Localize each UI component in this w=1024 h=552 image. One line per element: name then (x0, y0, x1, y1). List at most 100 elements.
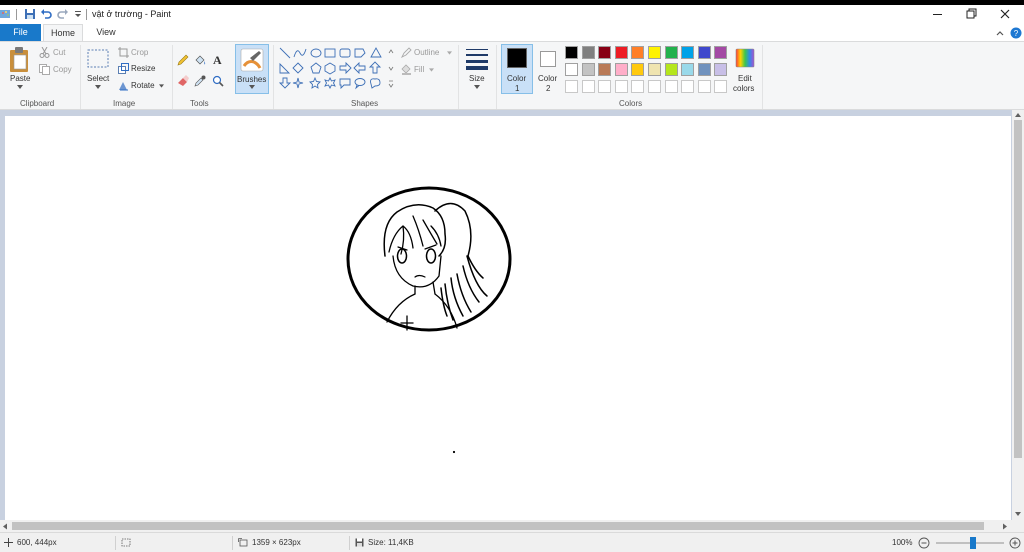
magnifier-icon[interactable] (212, 75, 224, 87)
select-button[interactable]: Select (87, 74, 109, 83)
palette-swatch[interactable] (614, 46, 628, 59)
group-separator (80, 45, 81, 109)
resize-icon[interactable] (118, 63, 129, 74)
scroll-left-icon[interactable] (2, 523, 8, 530)
rotate-button[interactable]: Rotate (131, 81, 155, 90)
tab-file[interactable]: File (0, 24, 41, 41)
palette-swatch[interactable] (664, 63, 678, 76)
outline-icon[interactable] (401, 47, 412, 58)
edit-colors-icon[interactable] (735, 48, 755, 68)
palette-swatch[interactable] (648, 63, 661, 76)
edit-colors-label-line1[interactable]: Edit (738, 74, 752, 83)
file-size: Size: 11,4KB (368, 538, 414, 547)
custom-color-slot[interactable] (565, 80, 578, 93)
palette-swatch[interactable] (565, 63, 578, 76)
select-icon[interactable] (87, 49, 109, 69)
crop-icon[interactable] (118, 47, 129, 58)
fill-bucket-icon[interactable] (194, 54, 206, 66)
shapes-gallery[interactable] (279, 47, 389, 93)
outline-dropdown-icon[interactable] (447, 51, 452, 55)
help-icon[interactable]: ? (1010, 27, 1022, 39)
palette-swatch[interactable] (648, 46, 661, 59)
undo-icon[interactable] (40, 8, 52, 20)
vertical-scrollbar[interactable] (1012, 110, 1024, 520)
color-picker-icon[interactable] (194, 75, 206, 87)
scroll-down-icon[interactable] (1014, 511, 1022, 517)
custom-color-slot[interactable] (697, 80, 711, 93)
text-tool-icon[interactable]: A (213, 53, 222, 68)
rotate-dropdown-icon[interactable] (159, 84, 164, 88)
palette-swatch[interactable] (697, 46, 711, 59)
zoom-slider-thumb[interactable] (970, 537, 977, 549)
redo-icon[interactable] (57, 8, 69, 20)
cut-icon[interactable] (39, 47, 50, 58)
horizontal-scrollbar[interactable] (0, 520, 1012, 532)
color2-swatch[interactable] (540, 51, 556, 67)
palette-swatch[interactable] (598, 63, 612, 76)
palette-swatch[interactable] (697, 63, 711, 76)
color2-label[interactable]: Color (538, 74, 557, 83)
fill-icon[interactable] (401, 64, 412, 75)
palette-swatch[interactable] (614, 63, 628, 76)
palette-swatch[interactable] (565, 46, 578, 59)
palette-swatch[interactable] (681, 46, 695, 59)
image-group-label: Image (113, 99, 136, 108)
copy-icon[interactable] (39, 64, 50, 75)
eraser-icon[interactable] (177, 75, 189, 87)
edit-colors-label-line2[interactable]: colors (733, 84, 754, 93)
save-icon[interactable] (24, 8, 36, 20)
paste-dropdown-icon[interactable] (17, 85, 23, 89)
brush-icon[interactable] (240, 48, 264, 72)
pencil-icon[interactable] (177, 54, 189, 66)
size-dropdown-icon[interactable] (474, 85, 480, 89)
fill-dropdown-icon[interactable] (429, 68, 434, 72)
tab-view[interactable]: View (86, 24, 126, 41)
cut-button[interactable]: Cut (53, 48, 65, 57)
custom-color-slot[interactable] (681, 80, 695, 93)
title-bar: vật ở trường - Paint (0, 5, 1024, 24)
palette-swatch[interactable] (681, 63, 695, 76)
paste-icon[interactable] (8, 46, 32, 74)
paste-button[interactable]: Paste (10, 74, 30, 83)
tab-home[interactable]: Home (43, 24, 83, 41)
restore-icon[interactable] (954, 5, 988, 24)
custom-color-slot[interactable] (598, 80, 612, 93)
custom-color-slot[interactable] (714, 80, 728, 93)
palette-swatch[interactable] (714, 63, 728, 76)
drawing-canvas[interactable] (5, 116, 1011, 528)
collapse-ribbon-icon[interactable] (994, 27, 1006, 39)
size-icon[interactable] (465, 47, 489, 71)
palette-swatch[interactable] (664, 46, 678, 59)
custom-color-slot[interactable] (614, 80, 628, 93)
scroll-up-icon[interactable] (1014, 112, 1022, 118)
custom-color-slot[interactable] (648, 80, 661, 93)
palette-swatch[interactable] (581, 46, 595, 59)
palette-swatch[interactable] (714, 46, 728, 59)
select-dropdown-icon[interactable] (95, 85, 101, 89)
palette-swatch[interactable] (581, 63, 595, 76)
palette-swatch[interactable] (631, 46, 645, 59)
palette-swatch[interactable] (598, 46, 612, 59)
outline-button[interactable]: Outline (414, 48, 439, 57)
resize-button[interactable]: Resize (131, 64, 155, 73)
crop-button[interactable]: Crop (131, 48, 148, 57)
scroll-right-icon[interactable] (1002, 523, 1008, 530)
zoom-out-icon[interactable] (918, 537, 930, 549)
zoom-in-icon[interactable] (1009, 537, 1021, 549)
copy-button[interactable]: Copy (53, 65, 72, 74)
customize-toolbar-icon[interactable] (72, 8, 84, 20)
fill-button[interactable]: Fill (414, 65, 424, 74)
close-icon[interactable] (988, 5, 1022, 24)
brushes-dropdown-icon[interactable] (249, 85, 255, 89)
rotate-icon[interactable] (118, 80, 129, 91)
custom-color-slot[interactable] (581, 80, 595, 93)
palette-swatch[interactable] (631, 63, 645, 76)
workspace (0, 110, 1024, 534)
shapes-scroll-icon[interactable] (388, 47, 394, 93)
vertical-scroll-thumb[interactable] (1014, 120, 1022, 458)
minimize-icon[interactable] (920, 5, 954, 24)
custom-color-slot[interactable] (664, 80, 678, 93)
size-button[interactable]: Size (469, 74, 485, 83)
horizontal-scroll-thumb[interactable] (12, 522, 984, 530)
custom-color-slot[interactable] (631, 80, 645, 93)
